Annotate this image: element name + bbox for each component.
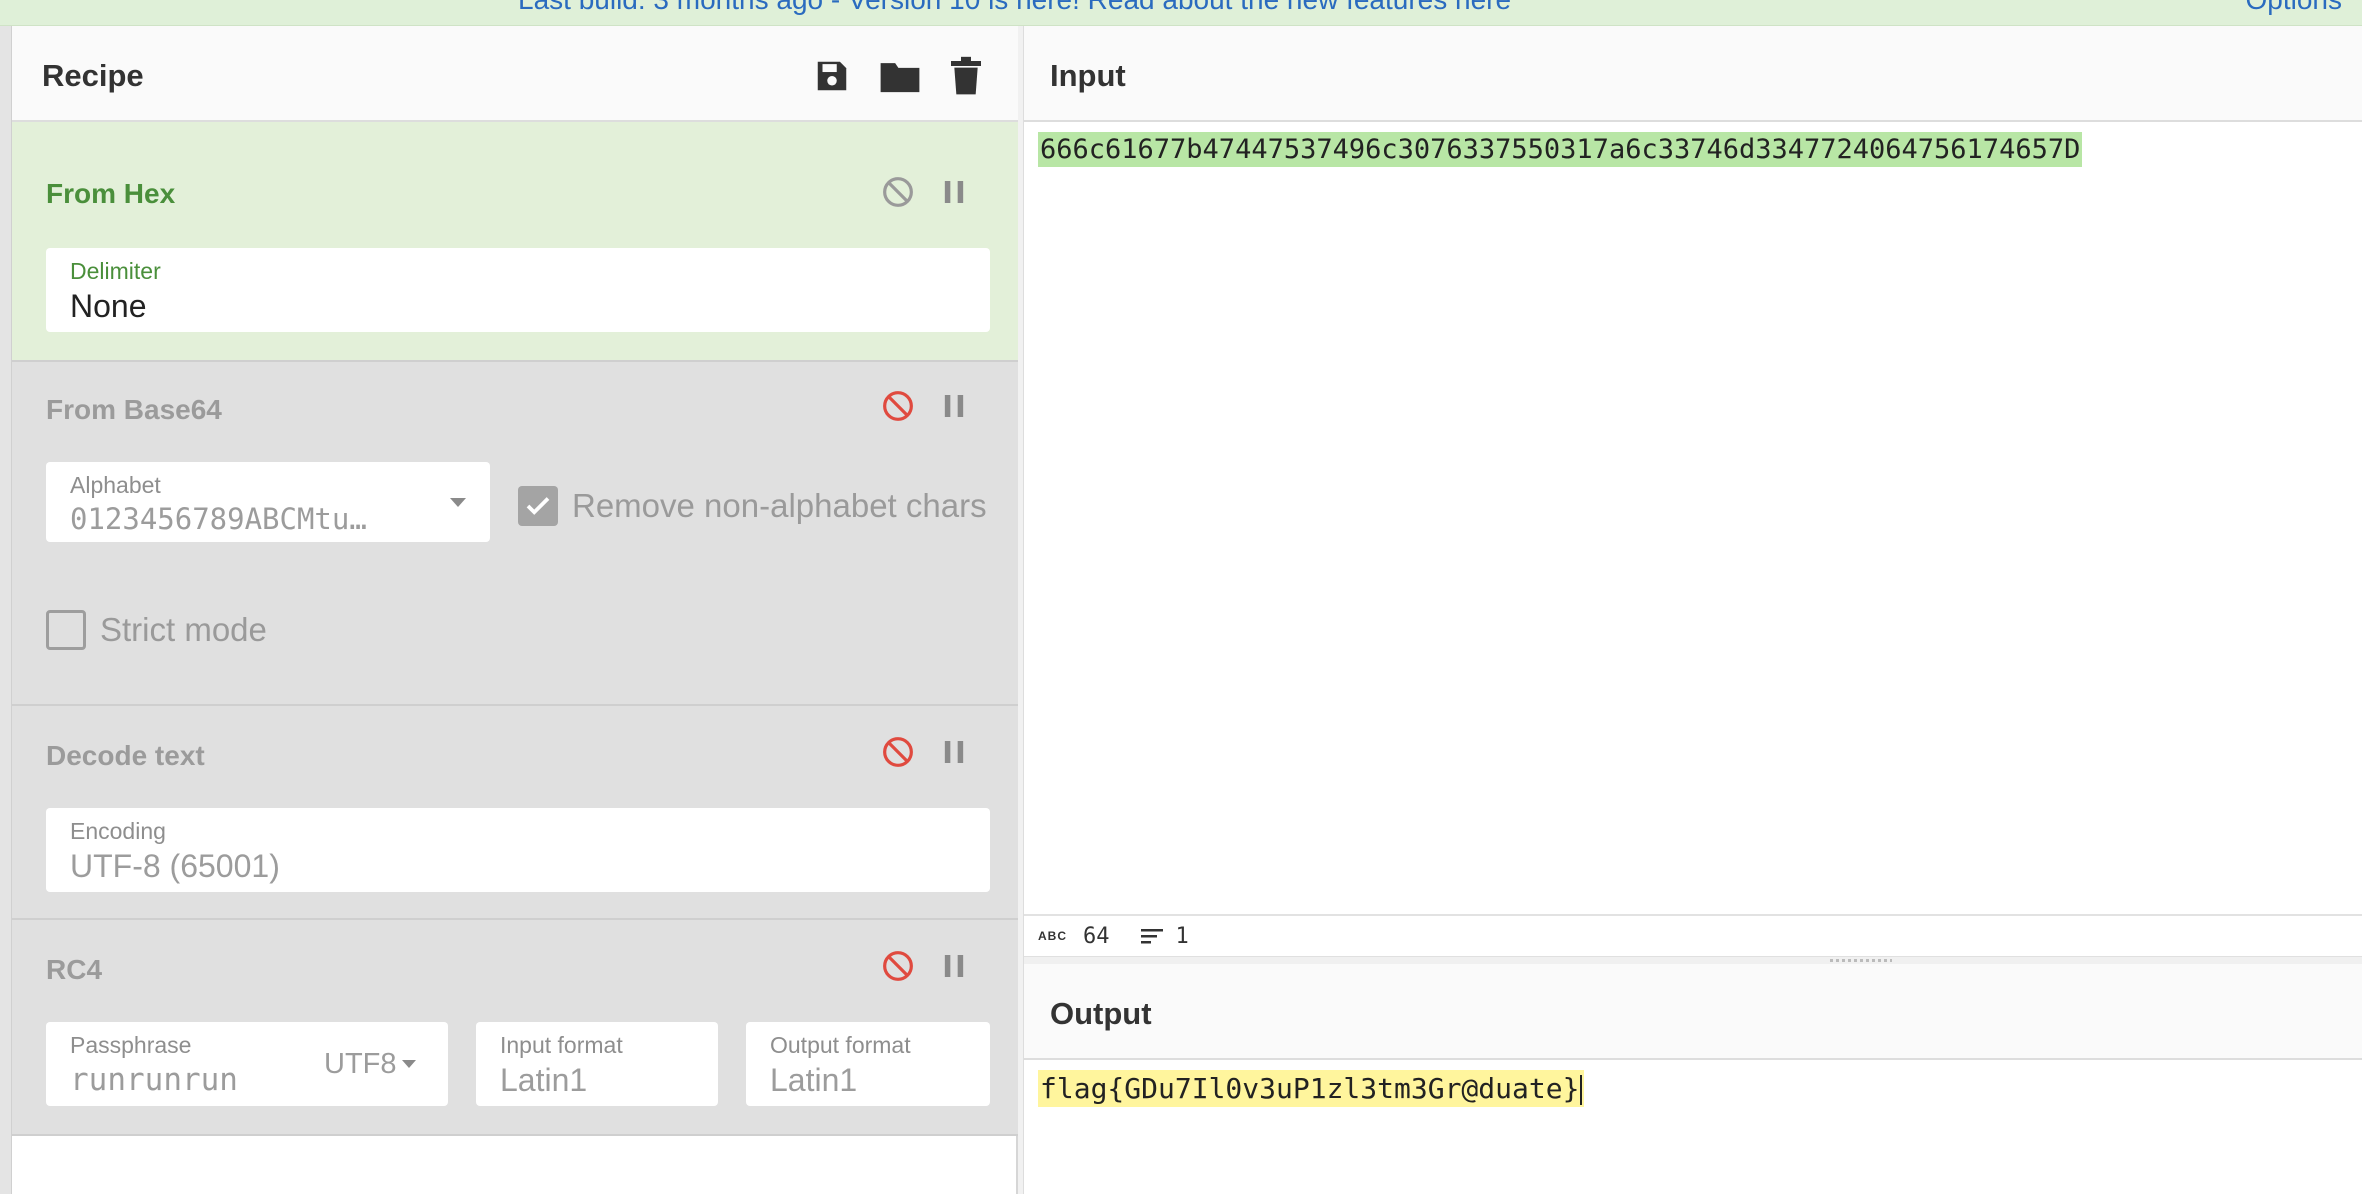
operation-decode-text[interactable]: Decode text Encoding UTF-8 (65001) <box>12 706 1018 920</box>
drag-handle-icon[interactable] <box>1830 959 1892 962</box>
recipe-header: Recipe <box>12 26 1018 122</box>
operation-from-base64[interactable]: From Base64 Alphabet 0123456789ABCMtu… R… <box>12 362 1018 706</box>
recipe-pane: Recipe From Hex Delimiter None From Base… <box>12 26 1018 1194</box>
passphrase-format-select[interactable]: UTF8 <box>324 1048 397 1081</box>
checkbox-label: Strict mode <box>100 611 267 648</box>
output-pane: Output flag{GDu7Il0v3uP1zl3tm3Gr@duate} <box>1024 964 2362 1194</box>
breakpoint-icon[interactable] <box>934 946 974 986</box>
field-label: Encoding <box>70 818 166 844</box>
trash-icon[interactable] <box>944 54 988 98</box>
passphrase-field[interactable]: Passphrase runrunrun UTF8 <box>46 1022 448 1106</box>
options-link[interactable]: Options <box>2246 0 2343 16</box>
operation-title: Decode text <box>46 740 205 771</box>
input-textarea[interactable]: 666c61677b47447537496c3076337550317a6c33… <box>1038 132 2083 167</box>
text-cursor <box>1580 1075 1583 1105</box>
field-value: runrunrun <box>70 1062 238 1098</box>
operation-title: RC4 <box>46 954 103 985</box>
field-value: Latin1 <box>770 1062 858 1098</box>
chevron-down-icon[interactable] <box>402 1060 416 1068</box>
field-value: Latin1 <box>500 1062 588 1098</box>
output-header: Output <box>1024 964 2362 1060</box>
input-pane: Input 666c61677b47447537496c307633755031… <box>1024 26 2362 956</box>
field-value: UTF-8 (65001) <box>70 848 280 884</box>
checkbox-unchecked-icon[interactable] <box>46 610 86 650</box>
field-label: Output format <box>770 1032 911 1058</box>
input-status-bar: ABC 64 1 <box>1024 914 2362 956</box>
field-value: None <box>70 288 147 324</box>
input-format-select[interactable]: Input format Latin1 <box>476 1022 718 1106</box>
banner-text[interactable]: Last build: 3 months ago - Version 10 is… <box>518 0 1511 16</box>
input-lines: 1 <box>1175 923 1189 949</box>
breakpoint-icon[interactable] <box>934 732 974 772</box>
lines-icon <box>1140 926 1164 946</box>
top-banner: Last build: 3 months ago - Version 10 is… <box>0 0 2362 26</box>
folder-icon[interactable] <box>878 54 922 98</box>
input-title: Input <box>1050 58 1126 93</box>
delimiter-field[interactable]: Delimiter None <box>46 248 990 332</box>
strict-mode-checkbox[interactable]: Strict mode <box>46 610 267 650</box>
output-format-select[interactable]: Output format Latin1 <box>746 1022 990 1106</box>
disable-icon[interactable] <box>878 732 918 772</box>
alphabet-select[interactable]: Alphabet 0123456789ABCMtu… <box>46 462 490 542</box>
abc-icon: ABC <box>1038 929 1067 943</box>
save-icon[interactable] <box>810 54 854 98</box>
field-value: 0123456789ABCMtu… <box>70 502 367 536</box>
input-header: Input <box>1024 26 2362 122</box>
left-panel-edge[interactable] <box>0 26 12 1194</box>
field-label: Alphabet <box>70 472 161 498</box>
disable-icon[interactable] <box>878 946 918 986</box>
breakpoint-icon[interactable] <box>934 172 974 212</box>
output-title: Output <box>1050 996 1152 1031</box>
encoding-select[interactable]: Encoding UTF-8 (65001) <box>46 808 990 892</box>
operation-rc4[interactable]: RC4 Passphrase runrunrun UTF8 Input form… <box>12 920 1018 1136</box>
field-label: Input format <box>500 1032 623 1058</box>
disable-icon[interactable] <box>878 172 918 212</box>
disable-icon[interactable] <box>878 386 918 426</box>
field-label: Passphrase <box>70 1032 192 1058</box>
field-label: Delimiter <box>70 258 161 284</box>
operation-title: From Hex <box>46 178 176 209</box>
output-textarea[interactable]: flag{GDu7Il0v3uP1zl3tm3Gr@duate} <box>1038 1070 1585 1107</box>
recipe-title: Recipe <box>42 58 144 93</box>
output-value: flag{GDu7Il0v3uP1zl3tm3Gr@duate} <box>1040 1072 1580 1105</box>
input-length: 64 <box>1083 923 1110 949</box>
io-resizer[interactable] <box>1024 956 2362 964</box>
remove-non-alphabet-checkbox[interactable]: Remove non-alphabet chars <box>518 486 987 526</box>
breakpoint-icon[interactable] <box>934 386 974 426</box>
checkbox-label: Remove non-alphabet chars <box>572 487 987 524</box>
operation-from-hex[interactable]: From Hex Delimiter None <box>12 122 1018 362</box>
chevron-down-icon[interactable] <box>450 498 466 507</box>
operation-title: From Base64 <box>46 394 222 425</box>
checkbox-checked-icon[interactable] <box>518 486 558 526</box>
